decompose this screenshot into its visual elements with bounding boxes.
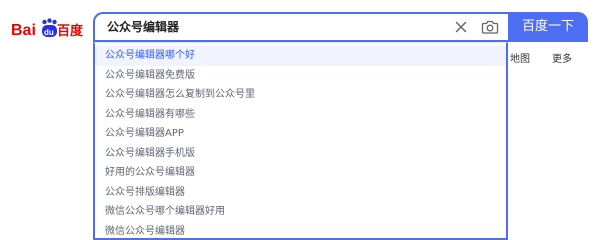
suggestion-item[interactable]: 公众号编辑器怎么复制到公众号里: [95, 85, 506, 105]
top-link-more[interactable]: 更多: [552, 50, 572, 65]
top-link-map[interactable]: 地图: [510, 50, 530, 65]
search-input[interactable]: 公众号编辑器: [107, 14, 179, 40]
logo-cn-text: 百度: [57, 23, 84, 39]
baidu-logo-graphic: Bai du 百度: [11, 18, 84, 39]
suggestion-item[interactable]: 公众号编辑器APP: [95, 124, 506, 144]
baidu-search-page: Bai du 百度 公众号编辑器 百度一下 地图 更多 公众号编辑器哪个好 公众…: [0, 0, 600, 240]
camera-icon[interactable]: [481, 19, 499, 35]
suggestion-item[interactable]: 微信公众号编辑器: [95, 222, 506, 239]
baidu-logo[interactable]: Bai du 百度: [11, 16, 85, 40]
clear-icon[interactable]: [453, 19, 469, 35]
suggestion-item[interactable]: 公众号编辑器有哪些: [95, 105, 506, 125]
suggestion-item[interactable]: 公众号编辑器免费版: [95, 66, 506, 86]
suggestion-item[interactable]: 微信公众号哪个编辑器好用: [95, 202, 506, 222]
suggestion-item[interactable]: 公众号编辑器手机版: [95, 144, 506, 164]
search-button[interactable]: 百度一下: [508, 12, 588, 42]
search-box[interactable]: 公众号编辑器: [93, 12, 508, 42]
suggestion-list: 公众号编辑器哪个好 公众号编辑器免费版 公众号编辑器怎么复制到公众号里 公众号编…: [95, 46, 506, 239]
logo-bai-text: Bai: [11, 22, 36, 39]
logo-du-text: du: [44, 28, 54, 37]
suggestion-item[interactable]: 公众号排版编辑器: [95, 183, 506, 203]
suggestion-item[interactable]: 公众号编辑器哪个好: [95, 46, 506, 66]
suggestion-item[interactable]: 好用的公众号编辑器: [95, 163, 506, 183]
suggestion-dropdown: 公众号编辑器哪个好 公众号编辑器免费版 公众号编辑器怎么复制到公众号里 公众号编…: [93, 42, 508, 240]
